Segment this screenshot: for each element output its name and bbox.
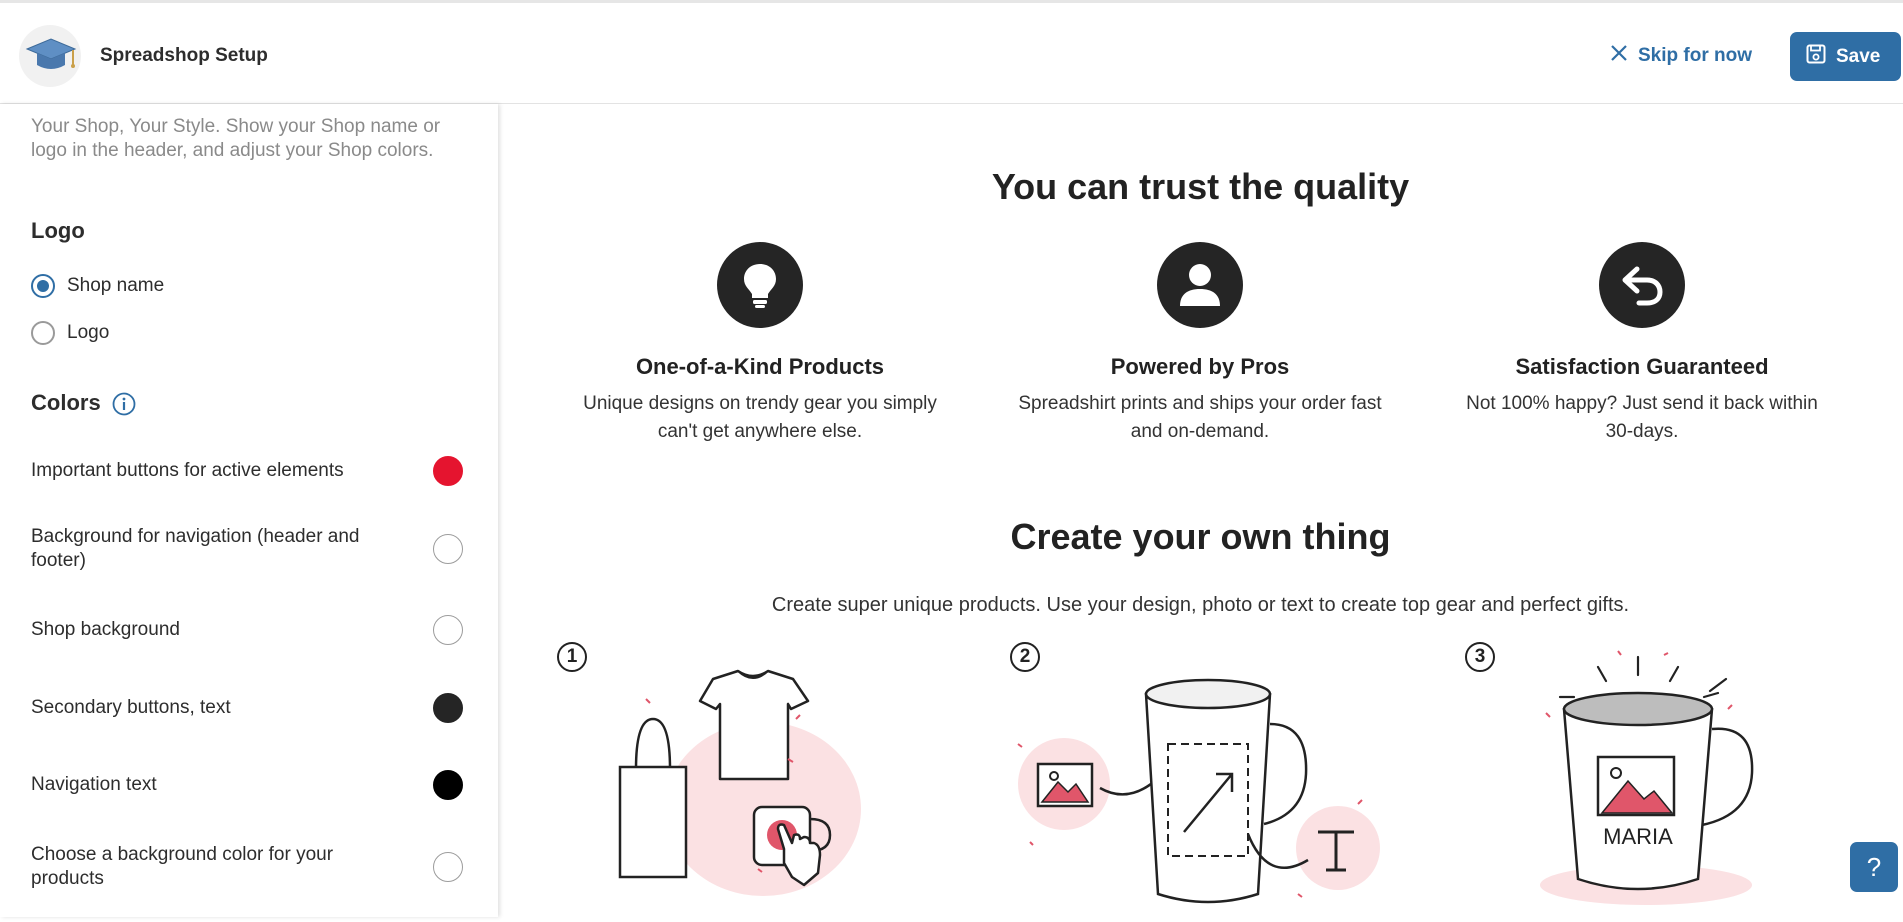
- shop-preview: You can trust the quality One-of-a-Kind …: [498, 104, 1903, 917]
- radio-label: Logo: [67, 322, 110, 343]
- color-swatch-red[interactable]: [433, 456, 463, 486]
- app-title: Spreadshop Setup: [100, 45, 268, 66]
- color-row-navigation-background: Background for navigation (header and fo…: [31, 525, 463, 573]
- products-illustration: [618, 669, 861, 896]
- color-swatch-white[interactable]: [433, 852, 463, 882]
- feature-description: Not 100% happy? Just send it back within…: [1466, 393, 1818, 442]
- color-swatch-black[interactable]: [433, 770, 463, 800]
- feature-powered-by-pros: Powered by Pros Spreadshirt prints and s…: [1010, 242, 1390, 446]
- top-header: Spreadshop Setup Skip for now Save: [0, 0, 1903, 104]
- floppy-disk-icon: [1806, 44, 1826, 70]
- person-icon: [1157, 242, 1243, 328]
- radio-logo[interactable]: Logo: [31, 321, 109, 345]
- step-number: 3: [1465, 642, 1495, 672]
- color-label: Shop background: [31, 619, 180, 640]
- feature-title: One-of-a-Kind Products: [635, 354, 885, 379]
- skip-for-now-button[interactable]: Skip for now: [1610, 41, 1752, 71]
- radio-button-selected[interactable]: [31, 274, 55, 298]
- color-swatch-white[interactable]: [433, 534, 463, 564]
- color-label: Secondary buttons, text: [31, 697, 231, 718]
- feature-satisfaction: Satisfaction Guaranteed Not 100% happy? …: [1452, 242, 1832, 446]
- radio-label: Shop name: [67, 275, 165, 296]
- logo-section-title: Logo: [31, 218, 85, 243]
- help-button[interactable]: ?: [1850, 842, 1898, 892]
- lightbulb-icon: [717, 242, 803, 328]
- close-icon: [1610, 44, 1628, 68]
- feature-one-of-a-kind: One-of-a-Kind Products Unique designs on…: [570, 242, 950, 446]
- settings-sidebar: Your Shop, Your Style. Show your Shop na…: [0, 104, 498, 917]
- color-swatch-dark[interactable]: [433, 693, 463, 723]
- save-label: Save: [1836, 45, 1881, 67]
- mug-name-text: MARIA: [1603, 824, 1673, 849]
- color-row-product-background: Choose a background color for your produ…: [31, 843, 463, 891]
- graduation-cap-icon: [19, 25, 81, 87]
- color-row-navigation-text: Navigation text: [31, 770, 463, 800]
- sidebar-intro: Your Shop, Your Style. Show your Shop na…: [31, 116, 441, 161]
- step-number: 1: [557, 642, 587, 672]
- color-swatch-white[interactable]: [433, 615, 463, 645]
- feature-title: Powered by Pros: [1110, 354, 1290, 379]
- color-label: Background for navigation (header and fo…: [31, 526, 360, 571]
- color-row-shop-background: Shop background: [31, 615, 463, 645]
- return-arrow-icon: [1599, 242, 1685, 328]
- radio-shop-name[interactable]: Shop name: [31, 274, 164, 298]
- color-row-secondary-buttons: Secondary buttons, text: [31, 693, 463, 723]
- skip-label: Skip for now: [1638, 45, 1752, 66]
- personalized-mug-illustration: MARIA: [1540, 650, 1754, 905]
- color-row-important-buttons: Important buttons for active elements: [31, 456, 463, 486]
- radio-button[interactable]: [31, 321, 55, 345]
- colors-section-title: Colors: [31, 390, 101, 415]
- quality-heading: You can trust the quality: [991, 166, 1410, 207]
- color-label: Choose a background color for your produ…: [31, 844, 334, 889]
- save-button[interactable]: Save: [1790, 32, 1901, 81]
- info-icon[interactable]: [112, 392, 136, 416]
- create-heading: Create your own thing: [1010, 516, 1391, 557]
- create-description: Create super unique products. Use your d…: [771, 594, 1630, 616]
- design-mug-illustration: [1017, 678, 1380, 904]
- feature-description: Unique designs on trendy gear you simply…: [583, 393, 937, 442]
- color-label: Navigation text: [31, 774, 157, 795]
- feature-description: Spreadshirt prints and ships your order …: [1018, 393, 1382, 442]
- feature-title: Satisfaction Guaranteed: [1515, 354, 1769, 379]
- color-label: Important buttons for active elements: [31, 460, 344, 481]
